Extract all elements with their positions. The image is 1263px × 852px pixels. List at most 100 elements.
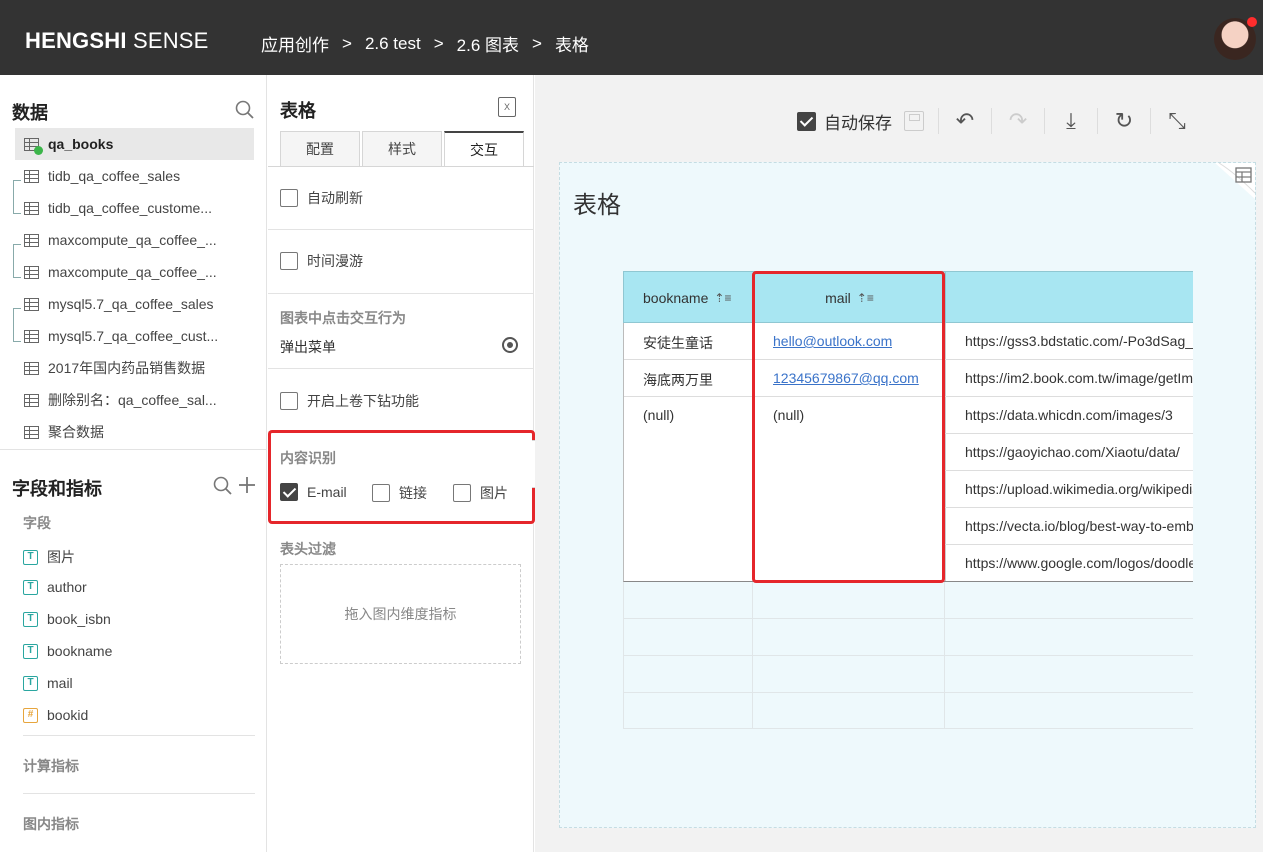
dataset-item[interactable]: 聚合数据 bbox=[0, 416, 267, 448]
tab-config[interactable]: 配置 bbox=[280, 131, 360, 167]
field-item[interactable]: # bookid bbox=[23, 707, 88, 723]
brand-bold: HENGSHI bbox=[25, 28, 127, 53]
field-label: author bbox=[47, 579, 87, 595]
field-label: mail bbox=[47, 675, 73, 691]
autosave-checkbox[interactable] bbox=[797, 111, 816, 131]
cell-bookname: 安徒生童话 bbox=[643, 335, 713, 351]
time-roam-option[interactable]: 时间漫游 bbox=[280, 251, 363, 271]
table-icon bbox=[24, 265, 39, 279]
toolbar-sep bbox=[938, 108, 939, 134]
auto-refresh-checkbox[interactable] bbox=[280, 189, 298, 207]
table-icon bbox=[24, 361, 39, 375]
avatar[interactable] bbox=[1214, 17, 1257, 60]
dataset-item[interactable]: tidb_qa_coffee_custome... bbox=[0, 192, 267, 224]
cell-url: https://im2.book.com.tw/image/getImage bbox=[965, 370, 1193, 386]
cell-url: https://gss3.bdstatic.com/-Po3dSag_xI4kh… bbox=[965, 333, 1193, 349]
download-icon[interactable]: ⤓ bbox=[1059, 108, 1083, 134]
click-action-value[interactable]: 弹出菜单 bbox=[280, 337, 336, 357]
field-item[interactable]: T 图片 bbox=[23, 547, 75, 567]
time-roam-checkbox[interactable] bbox=[280, 252, 298, 270]
field-label: book_isbn bbox=[47, 611, 111, 627]
tab-underline bbox=[268, 166, 534, 167]
header-filter-label: 表头过滤 bbox=[280, 541, 336, 557]
dataset-item[interactable]: mysql5.7_qa_coffee_cust... bbox=[0, 320, 267, 352]
toolbar-sep bbox=[1097, 108, 1098, 134]
search-icon[interactable] bbox=[235, 100, 255, 120]
search-fields-icon[interactable] bbox=[213, 476, 233, 496]
dataset-item-selected[interactable]: qa_books bbox=[15, 128, 254, 160]
breadcrumb-sep: > bbox=[532, 33, 542, 53]
section-divider bbox=[0, 449, 267, 450]
dataset-item[interactable]: maxcompute_qa_coffee_... bbox=[0, 224, 267, 256]
table-icon bbox=[24, 329, 39, 343]
undo-icon[interactable]: ↶ bbox=[953, 108, 977, 134]
tab-interaction[interactable]: 交互 bbox=[444, 131, 524, 167]
table-menu-icon[interactable] bbox=[1215, 163, 1255, 199]
brand-logo[interactable]: HENGSHI SENSE bbox=[25, 28, 209, 54]
redo-icon[interactable]: ↷ bbox=[1006, 108, 1030, 134]
dataset-label: 删除别名：qa_coffee_sal... bbox=[48, 392, 217, 408]
table-icon bbox=[24, 233, 39, 247]
breadcrumb-sep: > bbox=[342, 33, 352, 53]
field-item[interactable]: Tbook_isbn bbox=[23, 611, 111, 627]
save-icon[interactable] bbox=[904, 111, 924, 131]
status-ok-icon bbox=[34, 145, 43, 155]
config-tabs: 配置 样式 交互 bbox=[280, 131, 526, 167]
cell-url: https://upload.wikimedia.org/wikipedia/ bbox=[965, 481, 1193, 497]
click-action-label: 图表中点击交互行为 bbox=[280, 310, 406, 326]
tab-style[interactable]: 样式 bbox=[362, 131, 442, 167]
column-header-bookname[interactable]: bookname ⇡≡ bbox=[624, 272, 754, 324]
dataset-item[interactable]: tidb_qa_coffee_sales bbox=[0, 160, 267, 192]
table-icon bbox=[24, 297, 39, 311]
canvas-toolbar: 自动保存 ↶ ↷ ⤓ ↻ ⤡ bbox=[797, 105, 1189, 137]
notification-dot bbox=[1247, 17, 1257, 27]
shrink-icon[interactable]: ⤡ bbox=[1165, 108, 1189, 134]
refresh-icon[interactable]: ↻ bbox=[1112, 108, 1136, 134]
dataset-item[interactable]: mysql5.7_qa_coffee_sales bbox=[0, 288, 267, 320]
field-item[interactable]: Tmail bbox=[23, 675, 73, 691]
column-header-url[interactable] bbox=[946, 272, 1193, 324]
dataset-label: mysql5.7_qa_coffee_cust... bbox=[48, 328, 219, 344]
table-icon bbox=[24, 393, 39, 407]
dataset-label: qa_books bbox=[48, 136, 114, 152]
section-divider bbox=[268, 368, 534, 369]
highlight-box-recognition bbox=[268, 430, 535, 524]
grid-line bbox=[623, 655, 1193, 656]
table-icon bbox=[24, 137, 43, 155]
field-item[interactable]: Tbookname bbox=[23, 643, 112, 659]
breadcrumb-sep: > bbox=[433, 33, 444, 53]
breadcrumb-chart: 表格 bbox=[554, 36, 589, 55]
dataset-label: tidb_qa_coffee_custome... bbox=[48, 200, 212, 216]
drill-option[interactable]: 开启上卷下钻功能 bbox=[280, 391, 419, 411]
cell-url: https://data.whicdn.com/images/3 bbox=[965, 407, 1173, 423]
column-header-label: bookname bbox=[643, 290, 709, 306]
auto-refresh-option[interactable]: 自动刷新 bbox=[280, 188, 363, 208]
drop-zone[interactable]: 拖入图内维度指标 bbox=[280, 564, 521, 664]
brand-rest: SENSE bbox=[126, 28, 209, 53]
breadcrumb-project[interactable]: 2.6 test bbox=[365, 34, 421, 54]
dataset-item[interactable]: 2017年国内药品销售数据 bbox=[0, 352, 267, 384]
breadcrumb-app[interactable]: 应用创作 bbox=[261, 31, 329, 56]
add-icon[interactable] bbox=[238, 476, 256, 494]
breadcrumb-dashboard[interactable]: 2.6 图表 bbox=[457, 31, 519, 56]
fields-section-title: 字段和指标 bbox=[12, 479, 102, 499]
field-item[interactable]: Tauthor bbox=[23, 579, 87, 595]
dataset-item[interactable]: 删除别名：qa_coffee_sal... bbox=[0, 384, 267, 416]
cell-bookname: (null) bbox=[643, 407, 675, 423]
cell-url: https://gaoyichao.com/Xiaotu/data/ bbox=[965, 444, 1180, 460]
dataset-label: tidb_qa_coffee_sales bbox=[48, 168, 181, 184]
dataset-item[interactable]: maxcompute_qa_coffee_... bbox=[0, 256, 267, 288]
inchart-metrics-label: 图内指标 bbox=[23, 816, 79, 832]
text-type-icon: T bbox=[23, 675, 38, 691]
drill-checkbox[interactable] bbox=[280, 392, 298, 410]
field-label: 图片 bbox=[47, 549, 75, 565]
text-type-icon: T bbox=[23, 611, 38, 627]
config-panel: 表格 X 配置 样式 交互 自动刷新 时间漫游 图表中点击交互行为 弹出菜单 开… bbox=[268, 75, 535, 852]
row-divider bbox=[945, 507, 1193, 508]
excel-export-icon[interactable]: X bbox=[498, 97, 516, 117]
sort-icon[interactable]: ⇡≡ bbox=[714, 291, 731, 305]
breadcrumb: 应用创作 > 2.6 test > 2.6 图表 > 表格 bbox=[261, 31, 589, 56]
top-bar: HENGSHI SENSE 应用创作 > 2.6 test > 2.6 图表 >… bbox=[0, 0, 1263, 75]
empty-rows bbox=[623, 582, 1193, 729]
gear-icon[interactable] bbox=[502, 337, 518, 353]
